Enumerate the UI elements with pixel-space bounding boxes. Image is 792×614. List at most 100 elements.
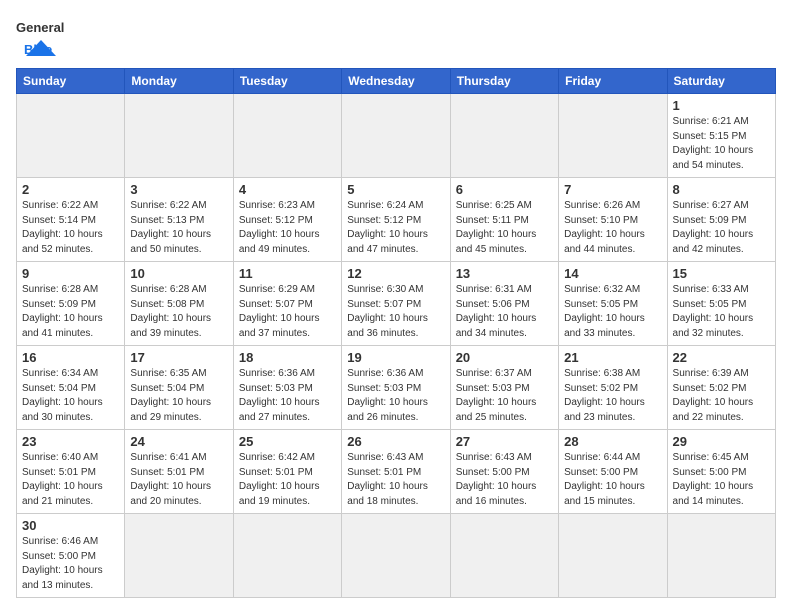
day-number: 11 [239, 266, 336, 281]
day-info: Sunrise: 6:31 AM Sunset: 5:06 PM Dayligh… [456, 283, 553, 341]
calendar-day: 25 Sunrise: 6:42 AM Sunset: 5:01 PM Dayli… [233, 430, 341, 514]
calendar-day: 14Sunrise: 6:32 AM Sunset: 5:05 PM Dayli… [559, 262, 667, 346]
day-info: Sunrise: 6:35 AM Sunset: 5:04 PM Dayligh… [130, 367, 227, 425]
calendar-day: 5 Sunrise: 6:24 AM Sunset: 5:12 PM Daylig… [342, 178, 450, 262]
calendar-day [559, 94, 667, 178]
day-info: Sunrise: 6:41 AM Sunset: 5:01 PM Dayligh… [130, 451, 227, 509]
day-info: Sunrise: 6:28 AM Sunset: 5:09 PM Dayligh… [22, 283, 119, 341]
calendar-day: 10Sunrise: 6:28 AM Sunset: 5:08 PM Dayli… [125, 262, 233, 346]
logo: General Blue [16, 16, 66, 58]
day-header-saturday: Saturday [667, 69, 775, 94]
day-number: 4 [239, 182, 336, 197]
calendar-week-row: 9 Sunrise: 6:28 AM Sunset: 5:09 PM Daylig… [17, 262, 776, 346]
calendar-day [450, 514, 558, 598]
day-number: 28 [564, 434, 661, 449]
calendar-week-row: 1Sunrise: 6:21 AM Sunset: 5:15 PM Daylig… [17, 94, 776, 178]
day-header-thursday: Thursday [450, 69, 558, 94]
day-number: 20 [456, 350, 553, 365]
day-number: 8 [673, 182, 770, 197]
calendar-day [17, 94, 125, 178]
day-header-friday: Friday [559, 69, 667, 94]
calendar-week-row: 23Sunrise: 6:40 AM Sunset: 5:01 PM Dayli… [17, 430, 776, 514]
calendar-day [233, 94, 341, 178]
day-info: Sunrise: 6:44 AM Sunset: 5:00 PM Dayligh… [564, 451, 661, 509]
calendar-day: 4 Sunrise: 6:23 AM Sunset: 5:12 PM Daylig… [233, 178, 341, 262]
day-info: Sunrise: 6:43 AM Sunset: 5:01 PM Dayligh… [347, 451, 444, 509]
calendar-day [125, 94, 233, 178]
day-number: 18 [239, 350, 336, 365]
calendar-day: 3 Sunrise: 6:22 AM Sunset: 5:13 PM Daylig… [125, 178, 233, 262]
day-info: Sunrise: 6:23 AM Sunset: 5:12 PM Dayligh… [239, 199, 336, 257]
calendar-week-row: 30 Sunrise: 6:46 AM Sunset: 5:00 PM Dayli… [17, 514, 776, 598]
day-header-monday: Monday [125, 69, 233, 94]
day-info: Sunrise: 6:45 AM Sunset: 5:00 PM Dayligh… [673, 451, 770, 509]
day-number: 6 [456, 182, 553, 197]
day-number: 17 [130, 350, 227, 365]
day-info: Sunrise: 6:40 AM Sunset: 5:01 PM Dayligh… [22, 451, 119, 509]
calendar-day: 11Sunrise: 6:29 AM Sunset: 5:07 PM Dayli… [233, 262, 341, 346]
calendar-day: 29 Sunrise: 6:45 AM Sunset: 5:00 PM Dayli… [667, 430, 775, 514]
day-number: 21 [564, 350, 661, 365]
calendar-day: 2 Sunrise: 6:22 AM Sunset: 5:14 PM Daylig… [17, 178, 125, 262]
calendar-day: 18 Sunrise: 6:36 AM Sunset: 5:03 PM Dayli… [233, 346, 341, 430]
calendar-day: 13 Sunrise: 6:31 AM Sunset: 5:06 PM Dayli… [450, 262, 558, 346]
day-info: Sunrise: 6:22 AM Sunset: 5:14 PM Dayligh… [22, 199, 119, 257]
calendar-table: SundayMondayTuesdayWednesdayThursdayFrid… [16, 68, 776, 598]
calendar-day [125, 514, 233, 598]
day-info: Sunrise: 6:24 AM Sunset: 5:12 PM Dayligh… [347, 199, 444, 257]
day-number: 29 [673, 434, 770, 449]
calendar-day: 8 Sunrise: 6:27 AM Sunset: 5:09 PM Daylig… [667, 178, 775, 262]
day-info: Sunrise: 6:28 AM Sunset: 5:08 PM Dayligh… [130, 283, 227, 341]
calendar-day: 19Sunrise: 6:36 AM Sunset: 5:03 PM Dayli… [342, 346, 450, 430]
day-number: 16 [22, 350, 119, 365]
calendar-day: 17 Sunrise: 6:35 AM Sunset: 5:04 PM Dayli… [125, 346, 233, 430]
calendar-day [450, 94, 558, 178]
day-header-sunday: Sunday [17, 69, 125, 94]
day-number: 5 [347, 182, 444, 197]
day-number: 25 [239, 434, 336, 449]
calendar-day: 16 Sunrise: 6:34 AM Sunset: 5:04 PM Dayli… [17, 346, 125, 430]
calendar-day [342, 514, 450, 598]
day-info: Sunrise: 6:27 AM Sunset: 5:09 PM Dayligh… [673, 199, 770, 257]
calendar-header-row: SundayMondayTuesdayWednesdayThursdayFrid… [17, 69, 776, 94]
day-number: 30 [22, 518, 119, 533]
calendar-day [342, 94, 450, 178]
day-info: Sunrise: 6:43 AM Sunset: 5:00 PM Dayligh… [456, 451, 553, 509]
day-info: Sunrise: 6:36 AM Sunset: 5:03 PM Dayligh… [239, 367, 336, 425]
day-info: Sunrise: 6:46 AM Sunset: 5:00 PM Dayligh… [22, 535, 119, 593]
day-info: Sunrise: 6:42 AM Sunset: 5:01 PM Dayligh… [239, 451, 336, 509]
calendar-week-row: 16 Sunrise: 6:34 AM Sunset: 5:04 PM Dayli… [17, 346, 776, 430]
day-number: 7 [564, 182, 661, 197]
logo-svg: General Blue [16, 16, 66, 58]
calendar-day: 1Sunrise: 6:21 AM Sunset: 5:15 PM Daylig… [667, 94, 775, 178]
day-info: Sunrise: 6:38 AM Sunset: 5:02 PM Dayligh… [564, 367, 661, 425]
day-number: 3 [130, 182, 227, 197]
calendar-day: 12 Sunrise: 6:30 AM Sunset: 5:07 PM Dayli… [342, 262, 450, 346]
calendar-day: 26Sunrise: 6:43 AM Sunset: 5:01 PM Dayli… [342, 430, 450, 514]
day-number: 1 [673, 98, 770, 113]
calendar-day: 20Sunrise: 6:37 AM Sunset: 5:03 PM Dayli… [450, 346, 558, 430]
calendar-week-row: 2 Sunrise: 6:22 AM Sunset: 5:14 PM Daylig… [17, 178, 776, 262]
calendar-day: 6 Sunrise: 6:25 AM Sunset: 5:11 PM Daylig… [450, 178, 558, 262]
day-header-wednesday: Wednesday [342, 69, 450, 94]
day-number: 24 [130, 434, 227, 449]
day-info: Sunrise: 6:25 AM Sunset: 5:11 PM Dayligh… [456, 199, 553, 257]
calendar-day: 9 Sunrise: 6:28 AM Sunset: 5:09 PM Daylig… [17, 262, 125, 346]
day-info: Sunrise: 6:30 AM Sunset: 5:07 PM Dayligh… [347, 283, 444, 341]
calendar-day [233, 514, 341, 598]
day-info: Sunrise: 6:26 AM Sunset: 5:10 PM Dayligh… [564, 199, 661, 257]
calendar-day: 15Sunrise: 6:33 AM Sunset: 5:05 PM Dayli… [667, 262, 775, 346]
calendar-day: 28 Sunrise: 6:44 AM Sunset: 5:00 PM Dayli… [559, 430, 667, 514]
calendar-day: 21 Sunrise: 6:38 AM Sunset: 5:02 PM Dayli… [559, 346, 667, 430]
day-number: 19 [347, 350, 444, 365]
calendar-day: 24 Sunrise: 6:41 AM Sunset: 5:01 PM Dayli… [125, 430, 233, 514]
day-number: 13 [456, 266, 553, 281]
calendar-day: 30 Sunrise: 6:46 AM Sunset: 5:00 PM Dayli… [17, 514, 125, 598]
day-number: 2 [22, 182, 119, 197]
day-number: 15 [673, 266, 770, 281]
day-info: Sunrise: 6:34 AM Sunset: 5:04 PM Dayligh… [22, 367, 119, 425]
day-number: 9 [22, 266, 119, 281]
day-number: 12 [347, 266, 444, 281]
svg-text:Blue: Blue [24, 42, 52, 57]
day-info: Sunrise: 6:22 AM Sunset: 5:13 PM Dayligh… [130, 199, 227, 257]
